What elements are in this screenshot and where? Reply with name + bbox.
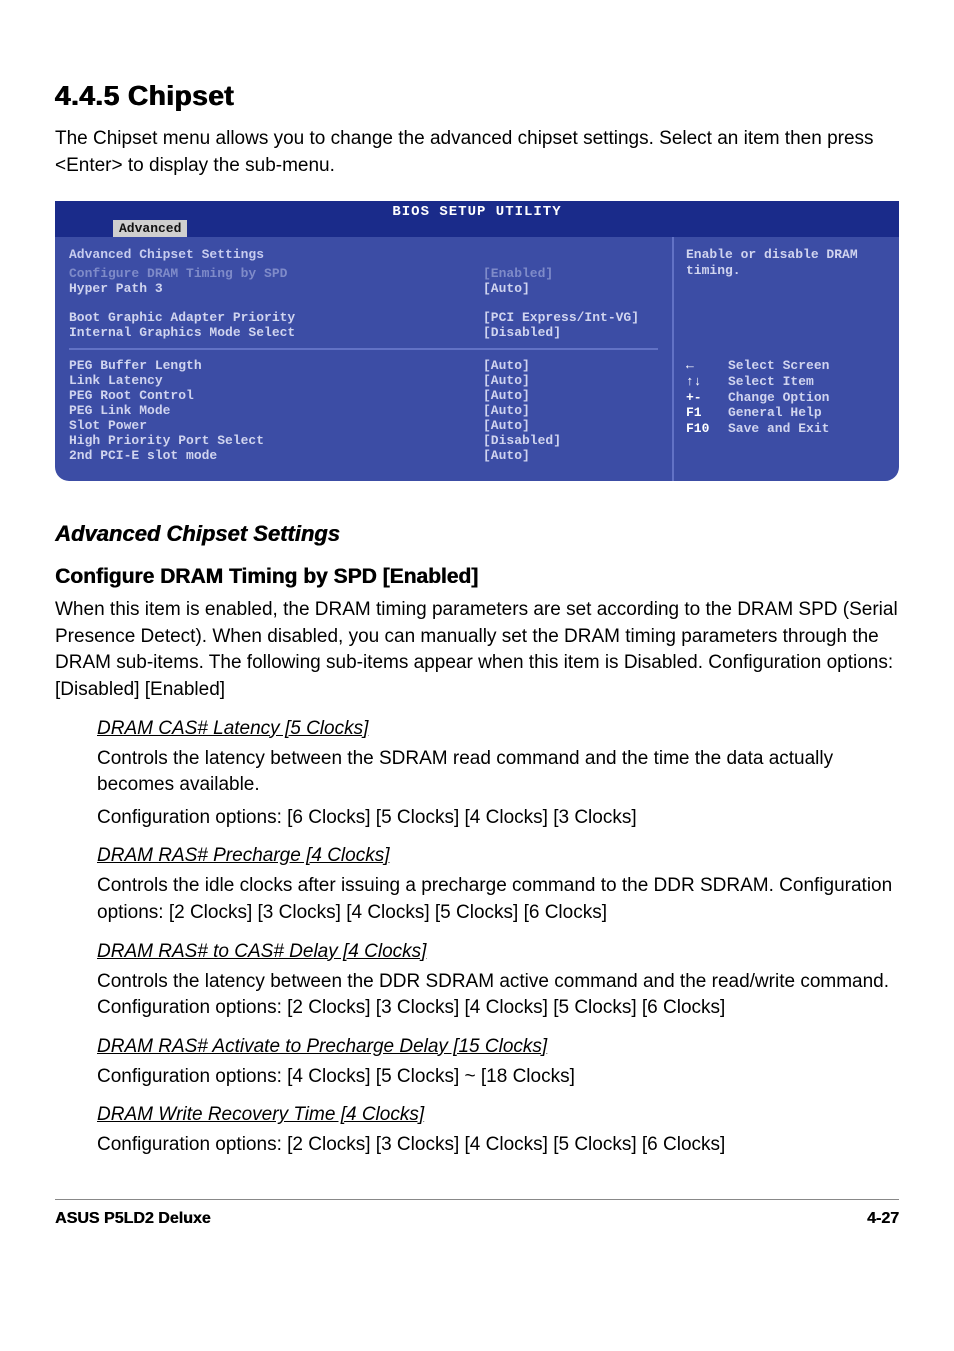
item-heading: Configure DRAM Timing by SPD [Enabled] xyxy=(55,565,899,589)
bios-item-label: PEG Link Mode xyxy=(69,403,483,418)
bios-tab-row: Advanced xyxy=(55,220,899,237)
legend-desc: General Help xyxy=(728,405,822,421)
bios-item-value: [Auto] xyxy=(483,281,658,296)
legend-row: ↑↓ Select Item xyxy=(686,374,887,390)
legend-row: ← Select Screen xyxy=(686,358,887,374)
bios-item: Link Latency [Auto] xyxy=(69,373,658,388)
subitem-body: Controls the latency between the SDRAM r… xyxy=(97,746,899,799)
bios-item-label: Internal Graphics Mode Select xyxy=(69,325,483,340)
bios-item-label: Link Latency xyxy=(69,373,483,388)
bios-item-label: PEG Root Control xyxy=(69,388,483,403)
legend-row: F1 General Help xyxy=(686,405,887,421)
bios-item: Internal Graphics Mode Select [Disabled] xyxy=(69,325,658,340)
legend-row: F10 Save and Exit xyxy=(686,421,887,437)
subitem-body: Configuration options: [4 Clocks] [5 Clo… xyxy=(97,1064,899,1091)
bios-titlebar: BIOS SETUP UTILITY xyxy=(55,201,899,220)
bios-item-value: [Disabled] xyxy=(483,325,658,340)
bios-item-value: [Auto] xyxy=(483,388,658,403)
footer-page-number: 4-27 xyxy=(867,1210,899,1228)
legend-key: F10 xyxy=(686,421,718,437)
arrow-left-icon: ← xyxy=(686,358,718,374)
bios-item-value: [Auto] xyxy=(483,403,658,418)
subsection-heading: Advanced Chipset Settings xyxy=(55,521,899,547)
bios-right-pane: Enable or disable DRAM timing. ← Select … xyxy=(674,237,899,481)
page-footer: ASUS P5LD2 Deluxe 4-27 xyxy=(55,1199,899,1228)
bios-help-text: Enable or disable DRAM timing. xyxy=(686,247,887,278)
subitem-body: Controls the idle clocks after issuing a… xyxy=(97,873,899,926)
bios-screenshot: BIOS SETUP UTILITY Advanced Advanced Chi… xyxy=(55,201,899,481)
bios-item-label: Configure DRAM Timing by SPD xyxy=(69,266,483,281)
section-heading: 4.4.5 Chipset xyxy=(55,80,899,112)
bios-divider xyxy=(69,348,658,350)
bios-item-value: [Auto] xyxy=(483,448,658,463)
bios-item: Configure DRAM Timing by SPD [Enabled] xyxy=(69,266,658,281)
subitems: DRAM CAS# Latency [5 Clocks] Controls th… xyxy=(55,718,899,1159)
bios-item-label: 2nd PCI-E slot mode xyxy=(69,448,483,463)
bios-item-value: [Auto] xyxy=(483,418,658,433)
bios-item-label: Hyper Path 3 xyxy=(69,281,483,296)
bios-item-label: Slot Power xyxy=(69,418,483,433)
bios-item: Slot Power [Auto] xyxy=(69,418,658,433)
legend-key: F1 xyxy=(686,405,718,421)
bios-body: Advanced Chipset Settings Configure DRAM… xyxy=(55,237,899,481)
bios-item-value: [Disabled] xyxy=(483,433,658,448)
bios-item: PEG Link Mode [Auto] xyxy=(69,403,658,418)
legend-key: +- xyxy=(686,390,718,406)
legend-desc: Save and Exit xyxy=(728,421,829,437)
subitem-body: Configuration options: [2 Clocks] [3 Clo… xyxy=(97,1132,899,1159)
intro-text: The Chipset menu allows you to change th… xyxy=(55,126,899,179)
bios-item: PEG Root Control [Auto] xyxy=(69,388,658,403)
bios-item-value: [Auto] xyxy=(483,358,658,373)
subitem-body: Controls the latency between the DDR SDR… xyxy=(97,969,899,1022)
bios-tab-advanced: Advanced xyxy=(113,220,187,237)
bios-item-label: High Priority Port Select xyxy=(69,433,483,448)
bios-item: PEG Buffer Length [Auto] xyxy=(69,358,658,373)
arrows-updown-icon: ↑↓ xyxy=(686,374,718,390)
subitem-title: DRAM RAS# Precharge [4 Clocks] xyxy=(97,845,899,867)
bios-item: Hyper Path 3 [Auto] xyxy=(69,281,658,296)
bios-group-title: Advanced Chipset Settings xyxy=(69,247,658,262)
legend-row: +- Change Option xyxy=(686,390,887,406)
bios-item-value: [PCI Express/Int-VG] xyxy=(483,310,658,325)
bios-item-label: Boot Graphic Adapter Priority xyxy=(69,310,483,325)
bios-item: Boot Graphic Adapter Priority [PCI Expre… xyxy=(69,310,658,325)
subitem-title: DRAM RAS# to CAS# Delay [4 Clocks] xyxy=(97,941,899,963)
subitem-title: DRAM CAS# Latency [5 Clocks] xyxy=(97,718,899,740)
subitem-title: DRAM RAS# Activate to Precharge Delay [1… xyxy=(97,1036,899,1058)
bios-item-value: [Auto] xyxy=(483,373,658,388)
subitem-opts: Configuration options: [6 Clocks] [5 Clo… xyxy=(97,805,899,832)
item-body: When this item is enabled, the DRAM timi… xyxy=(55,597,899,703)
legend-desc: Select Screen xyxy=(728,358,829,374)
bios-item-value: [Enabled] xyxy=(483,266,658,281)
legend-desc: Change Option xyxy=(728,390,829,406)
bios-item: High Priority Port Select [Disabled] xyxy=(69,433,658,448)
bios-item-label: PEG Buffer Length xyxy=(69,358,483,373)
bios-item: 2nd PCI-E slot mode [Auto] xyxy=(69,448,658,463)
subitem-title: DRAM Write Recovery Time [4 Clocks] xyxy=(97,1104,899,1126)
legend-desc: Select Item xyxy=(728,374,814,390)
bios-left-pane: Advanced Chipset Settings Configure DRAM… xyxy=(55,237,674,481)
footer-product: ASUS P5LD2 Deluxe xyxy=(55,1210,211,1228)
